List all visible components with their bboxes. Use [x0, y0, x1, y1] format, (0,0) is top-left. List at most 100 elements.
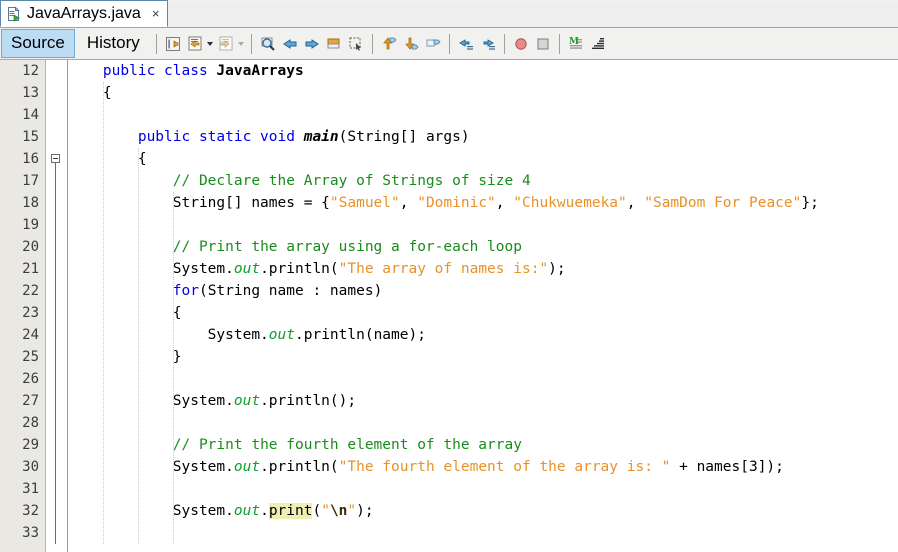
line-number: 27	[22, 393, 39, 409]
code-line[interactable]: String[] names = {"Samuel", "Dominic", "…	[68, 192, 898, 214]
close-icon[interactable]: ×	[150, 7, 162, 20]
code-folding-column[interactable]	[46, 60, 68, 552]
code-line[interactable]: System.out.println();	[68, 390, 898, 412]
code-line[interactable]: public class JavaArrays	[68, 60, 898, 82]
toolbar-separator	[155, 33, 157, 54]
stop-icon[interactable]	[532, 33, 554, 55]
code-line[interactable]: // Print the array using a for-each loop	[68, 236, 898, 258]
tab-source-label: Source	[11, 33, 65, 52]
next-bookmark-icon[interactable]	[301, 33, 323, 55]
code-token: .println(	[260, 261, 339, 277]
java-file-icon	[6, 5, 22, 22]
code-token: );	[356, 503, 374, 519]
code-token: out	[233, 459, 261, 475]
code-line[interactable]: // Declare the Array of Strings of size …	[68, 170, 898, 192]
line-number: 28	[22, 415, 39, 431]
tab-history[interactable]: History	[77, 29, 150, 58]
code-line[interactable]: {	[68, 148, 898, 170]
inspect-icon[interactable]	[422, 33, 444, 55]
code-token: String[] names = {	[68, 195, 330, 211]
indent-guide	[102, 82, 104, 544]
code-token: System.	[68, 503, 234, 519]
code-editor-area[interactable]: 12 13 14 15 16 17 18 19 20 21 22 23 24 25 26 27 28 29 30 31…	[0, 60, 898, 552]
line-number: 29	[22, 437, 39, 453]
fold-collapse-icon[interactable]	[51, 154, 60, 163]
chevron-down-icon-disabled	[237, 33, 246, 55]
forward-document-icon[interactable]	[215, 33, 237, 55]
toolbar-separator	[448, 33, 450, 54]
toggle-rectangular-selection-icon[interactable]	[345, 33, 367, 55]
chevron-down-icon[interactable]	[206, 33, 215, 55]
toolbar-group-errors	[378, 33, 444, 55]
code-line[interactable]	[68, 412, 898, 434]
document-tab-javaarrays[interactable]: JavaArrays.java ×	[0, 0, 169, 27]
code-token: out	[233, 393, 261, 409]
code-line[interactable]: System.out.println(name);	[68, 324, 898, 346]
code-token: "The fourth element of the array is: "	[338, 459, 671, 475]
code-token: JavaArrays	[216, 63, 304, 79]
code-line[interactable]: // Print the fourth element of the array	[68, 434, 898, 456]
toggle-bookmark-icon[interactable]	[323, 33, 345, 55]
find-selection-icon[interactable]	[257, 33, 279, 55]
tab-source[interactable]: Source	[1, 29, 75, 58]
shift-line-left-icon[interactable]	[455, 33, 477, 55]
line-number: 25	[22, 349, 39, 365]
code-token: "	[347, 503, 357, 519]
code-token: "Chukwuemeka"	[513, 195, 627, 211]
shift-line-right-icon[interactable]	[477, 33, 499, 55]
code-token: ,	[626, 195, 645, 211]
code-token: + names[3]);	[670, 459, 784, 475]
previous-error-icon[interactable]	[378, 33, 400, 55]
code-line[interactable]: {	[68, 82, 898, 104]
toggle-breakpoint-icon[interactable]	[510, 33, 532, 55]
last-edit-icon[interactable]	[162, 33, 184, 55]
line-number: 24	[22, 327, 39, 343]
code-line[interactable]: System.out.println("The fourth element o…	[68, 456, 898, 478]
code-line[interactable]: System.out.println("The array of names i…	[68, 258, 898, 280]
code-line[interactable]	[68, 104, 898, 126]
code-token: {	[68, 85, 112, 101]
code-token: // Print the fourth element of the array	[172, 437, 522, 453]
source-code-text[interactable]: public class JavaArrays { public static …	[68, 60, 898, 552]
indent-guide	[172, 192, 174, 544]
code-token: System.	[68, 393, 234, 409]
code-token: .	[260, 503, 269, 519]
toolbar-group-debug	[510, 33, 554, 55]
line-number: 15	[22, 129, 39, 145]
code-token: System.	[68, 327, 269, 343]
code-token: .println();	[260, 393, 357, 409]
code-line[interactable]	[68, 368, 898, 390]
tab-strip-filler	[168, 5, 898, 27]
line-number: 23	[22, 305, 39, 321]
toggle-line-numbers-icon[interactable]	[587, 33, 609, 55]
code-token: .println(	[260, 459, 339, 475]
toolbar-group-navigation	[162, 33, 246, 55]
code-token: (String name : names)	[198, 283, 383, 299]
code-line[interactable]: System.out.print("\n");	[68, 500, 898, 522]
code-line[interactable]: }	[68, 346, 898, 368]
back-document-icon[interactable]	[184, 33, 206, 55]
code-token: {	[68, 305, 182, 321]
code-token: public class	[102, 63, 217, 79]
code-line[interactable]	[68, 478, 898, 500]
line-number: 32	[22, 503, 39, 519]
line-number: 33	[22, 525, 39, 541]
previous-bookmark-icon[interactable]	[279, 33, 301, 55]
next-error-icon[interactable]	[400, 33, 422, 55]
code-line[interactable]	[68, 522, 898, 544]
code-line[interactable]: {	[68, 302, 898, 324]
code-token: {	[68, 151, 147, 167]
line-number: 18	[22, 195, 39, 211]
code-line[interactable]: for(String name : names)	[68, 280, 898, 302]
indent-guide	[137, 148, 139, 544]
code-line[interactable]	[68, 214, 898, 236]
code-token: "Dominic"	[417, 195, 496, 211]
code-token: "Samuel"	[329, 195, 400, 211]
toggle-highlight-search-icon[interactable]: M	[565, 33, 587, 55]
tab-history-label: History	[86, 33, 140, 52]
code-line[interactable]: public static void main(String[] args)	[68, 126, 898, 148]
